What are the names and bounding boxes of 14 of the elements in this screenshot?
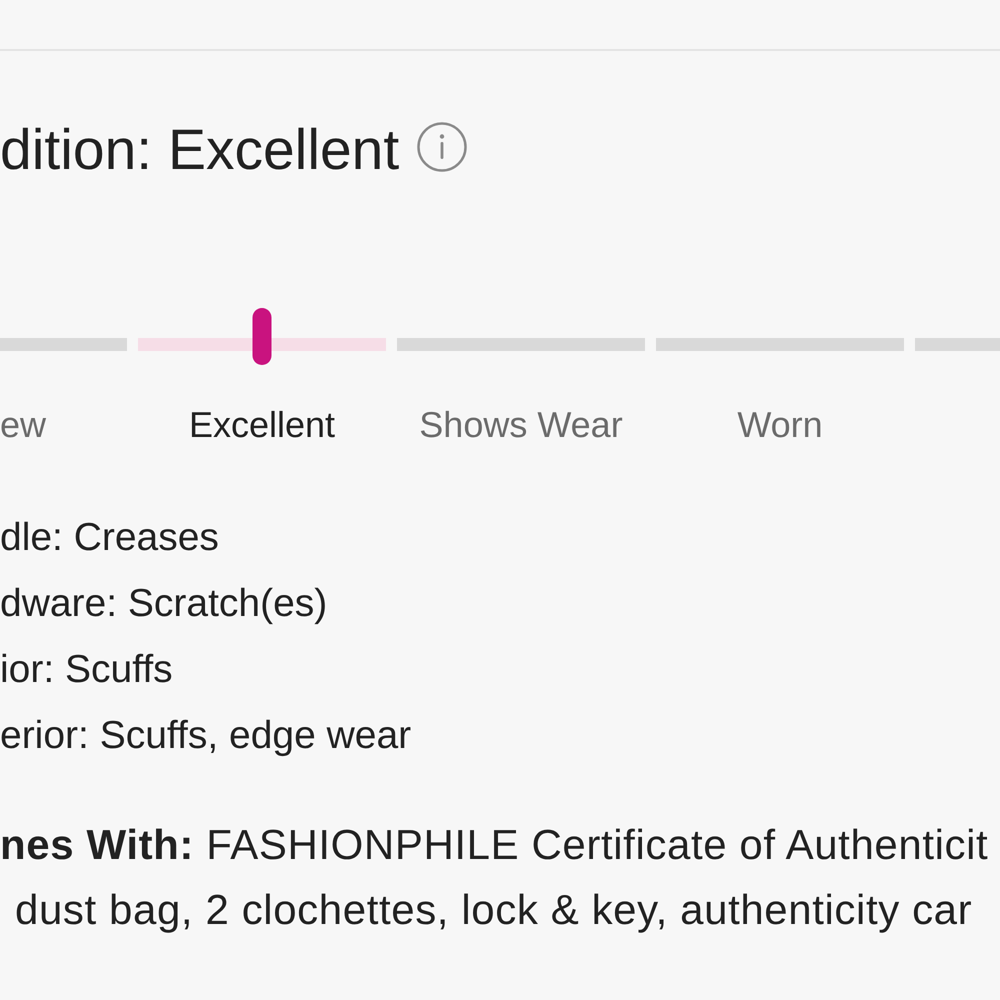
info-icon[interactable] (417, 122, 468, 172)
condition-detail: dle: Creases (0, 515, 219, 561)
slider-handle[interactable] (252, 308, 272, 365)
condition-detail: erior: Scuffs, edge wear (0, 713, 412, 759)
scale-label: ew (0, 404, 46, 445)
scale-label: Worn (737, 404, 823, 445)
scale-label: Excellent (188, 404, 336, 445)
condition-detail: ior: Scuffs (0, 647, 173, 693)
scale-segment[interactable] (138, 338, 386, 351)
includes-text: dust bag, 2 clochettes, lock & key, authenticity car (14, 885, 972, 935)
condition-detail: dware: Scratch(es) (0, 581, 328, 627)
condition-heading: dition: Excellent (0, 118, 400, 182)
includes-text: nes With: FASHIONPHILE Certificate of Authenticit (0, 820, 988, 870)
scale-label: Shows Wear (419, 404, 623, 445)
